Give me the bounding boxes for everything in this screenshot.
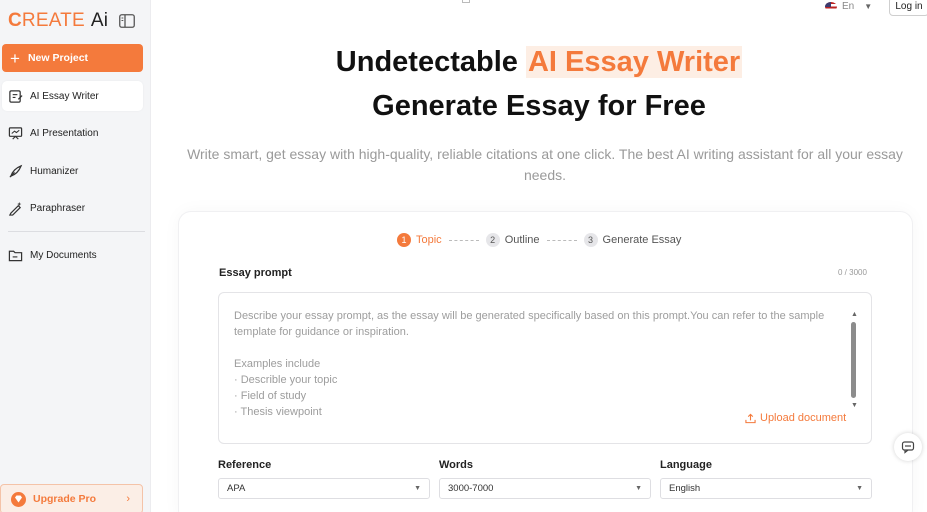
- character-counter: 0 / 3000: [838, 268, 867, 277]
- upgrade-pro-button[interactable]: Upgrade Pro ›: [0, 484, 143, 512]
- reference-select[interactable]: APA ▼: [218, 478, 430, 499]
- chevron-down-icon: ▼: [856, 485, 863, 492]
- sidebar-item-ai-presentation[interactable]: AI Presentation: [2, 118, 143, 148]
- scrollbar-thumb[interactable]: [851, 322, 856, 398]
- sidebar-divider: [8, 231, 145, 232]
- step-3-badge[interactable]: 3: [583, 233, 598, 247]
- folder-icon: [8, 250, 23, 261]
- language-select[interactable]: English ▼: [660, 478, 872, 499]
- logo-word: REATE: [21, 10, 85, 31]
- logo-letter-c: C: [8, 10, 22, 31]
- step-indicator: 1 Topic 2 Outline 3 Generate Essay: [397, 233, 897, 247]
- step-connector: [448, 239, 479, 241]
- chat-support-icon: [901, 441, 915, 454]
- sidebar-item-label: Paraphraser: [30, 202, 86, 214]
- essay-prompt-placeholder: Describe your essay prompt, as the essay…: [234, 310, 825, 418]
- words-label: Words: [439, 459, 474, 471]
- sidebar: C REATE Ai + New Project AI Essay Writer A…: [0, 0, 151, 512]
- essay-prompt-label: Essay prompt: [219, 267, 292, 279]
- step-generate-essay[interactable]: Generate Essay: [603, 234, 682, 246]
- hero-title: Undetectable AI Essay Writer: [151, 46, 927, 79]
- support-chat-button[interactable]: [894, 433, 922, 461]
- sidebar-item-label: AI Essay Writer: [30, 90, 99, 102]
- sidebar-item-label: AI Presentation: [30, 127, 99, 139]
- caret-down-icon: ▼: [864, 2, 873, 11]
- language-selector[interactable]: En ▼: [825, 0, 872, 13]
- language-label: En: [842, 1, 855, 12]
- words-select[interactable]: 3000-7000 ▼: [439, 478, 651, 499]
- login-button[interactable]: Log in: [889, 0, 927, 16]
- essay-icon: [9, 89, 23, 103]
- presentation-icon: [8, 126, 23, 140]
- paraphraser-icon: [8, 201, 22, 216]
- step-outline[interactable]: Outline: [505, 234, 540, 246]
- words-value: 3000-7000: [448, 483, 494, 494]
- reference-value: APA: [227, 483, 246, 494]
- hero-description: Write smart, get essay with high-quality…: [187, 146, 903, 183]
- brand-logo[interactable]: C REATE Ai: [8, 10, 108, 32]
- sidebar-item-paraphraser[interactable]: Paraphraser: [2, 193, 143, 223]
- language-value: English: [669, 483, 701, 494]
- hero-title-prefix: Undetectable: [335, 46, 526, 78]
- step-1-badge[interactable]: 1: [397, 233, 411, 247]
- upload-document-button[interactable]: Upload document: [745, 412, 846, 424]
- upload-document-label: Upload document: [760, 412, 847, 424]
- diamond-icon: [11, 491, 26, 507]
- upload-icon: [745, 413, 756, 423]
- scroll-down-icon[interactable]: ▼: [851, 402, 858, 409]
- scroll-up-icon[interactable]: ▲: [851, 311, 858, 318]
- language-field-label: Language: [660, 459, 712, 471]
- sidebar-item-ai-essay-writer[interactable]: AI Essay Writer: [2, 81, 143, 111]
- sidebar-item-humanizer[interactable]: Humanizer: [2, 156, 143, 186]
- new-project-label: New Project: [27, 52, 89, 64]
- plus-icon: +: [10, 48, 20, 68]
- step-topic[interactable]: Topic: [416, 234, 442, 246]
- us-flag-icon: [825, 2, 837, 11]
- step-2-badge[interactable]: 2: [485, 233, 500, 247]
- hero-subtitle-line: Generate Essay for Free: [372, 90, 706, 122]
- chevron-down-icon: ▼: [635, 485, 642, 492]
- chevron-right-icon: ›: [126, 493, 130, 505]
- textarea-scrollbar[interactable]: ▲ ▼: [851, 311, 858, 411]
- sidebar-item-my-documents[interactable]: My Documents: [2, 240, 143, 270]
- sidebar-item-label: Humanizer: [30, 165, 79, 177]
- chevron-down-icon: ▼: [414, 485, 421, 492]
- sidebar-collapse-icon[interactable]: [119, 14, 135, 28]
- logo-ai: Ai: [90, 10, 109, 31]
- sidebar-item-label: My Documents: [30, 249, 97, 261]
- upgrade-label: Upgrade Pro: [33, 493, 97, 505]
- humanizer-icon: [9, 164, 23, 178]
- reference-label: Reference: [218, 459, 272, 471]
- hero-title-highlight: AI Essay Writer: [525, 46, 743, 78]
- step-connector: [546, 239, 577, 241]
- top-handle-icon: [462, 0, 470, 3]
- new-project-button[interactable]: + New Project: [2, 44, 143, 72]
